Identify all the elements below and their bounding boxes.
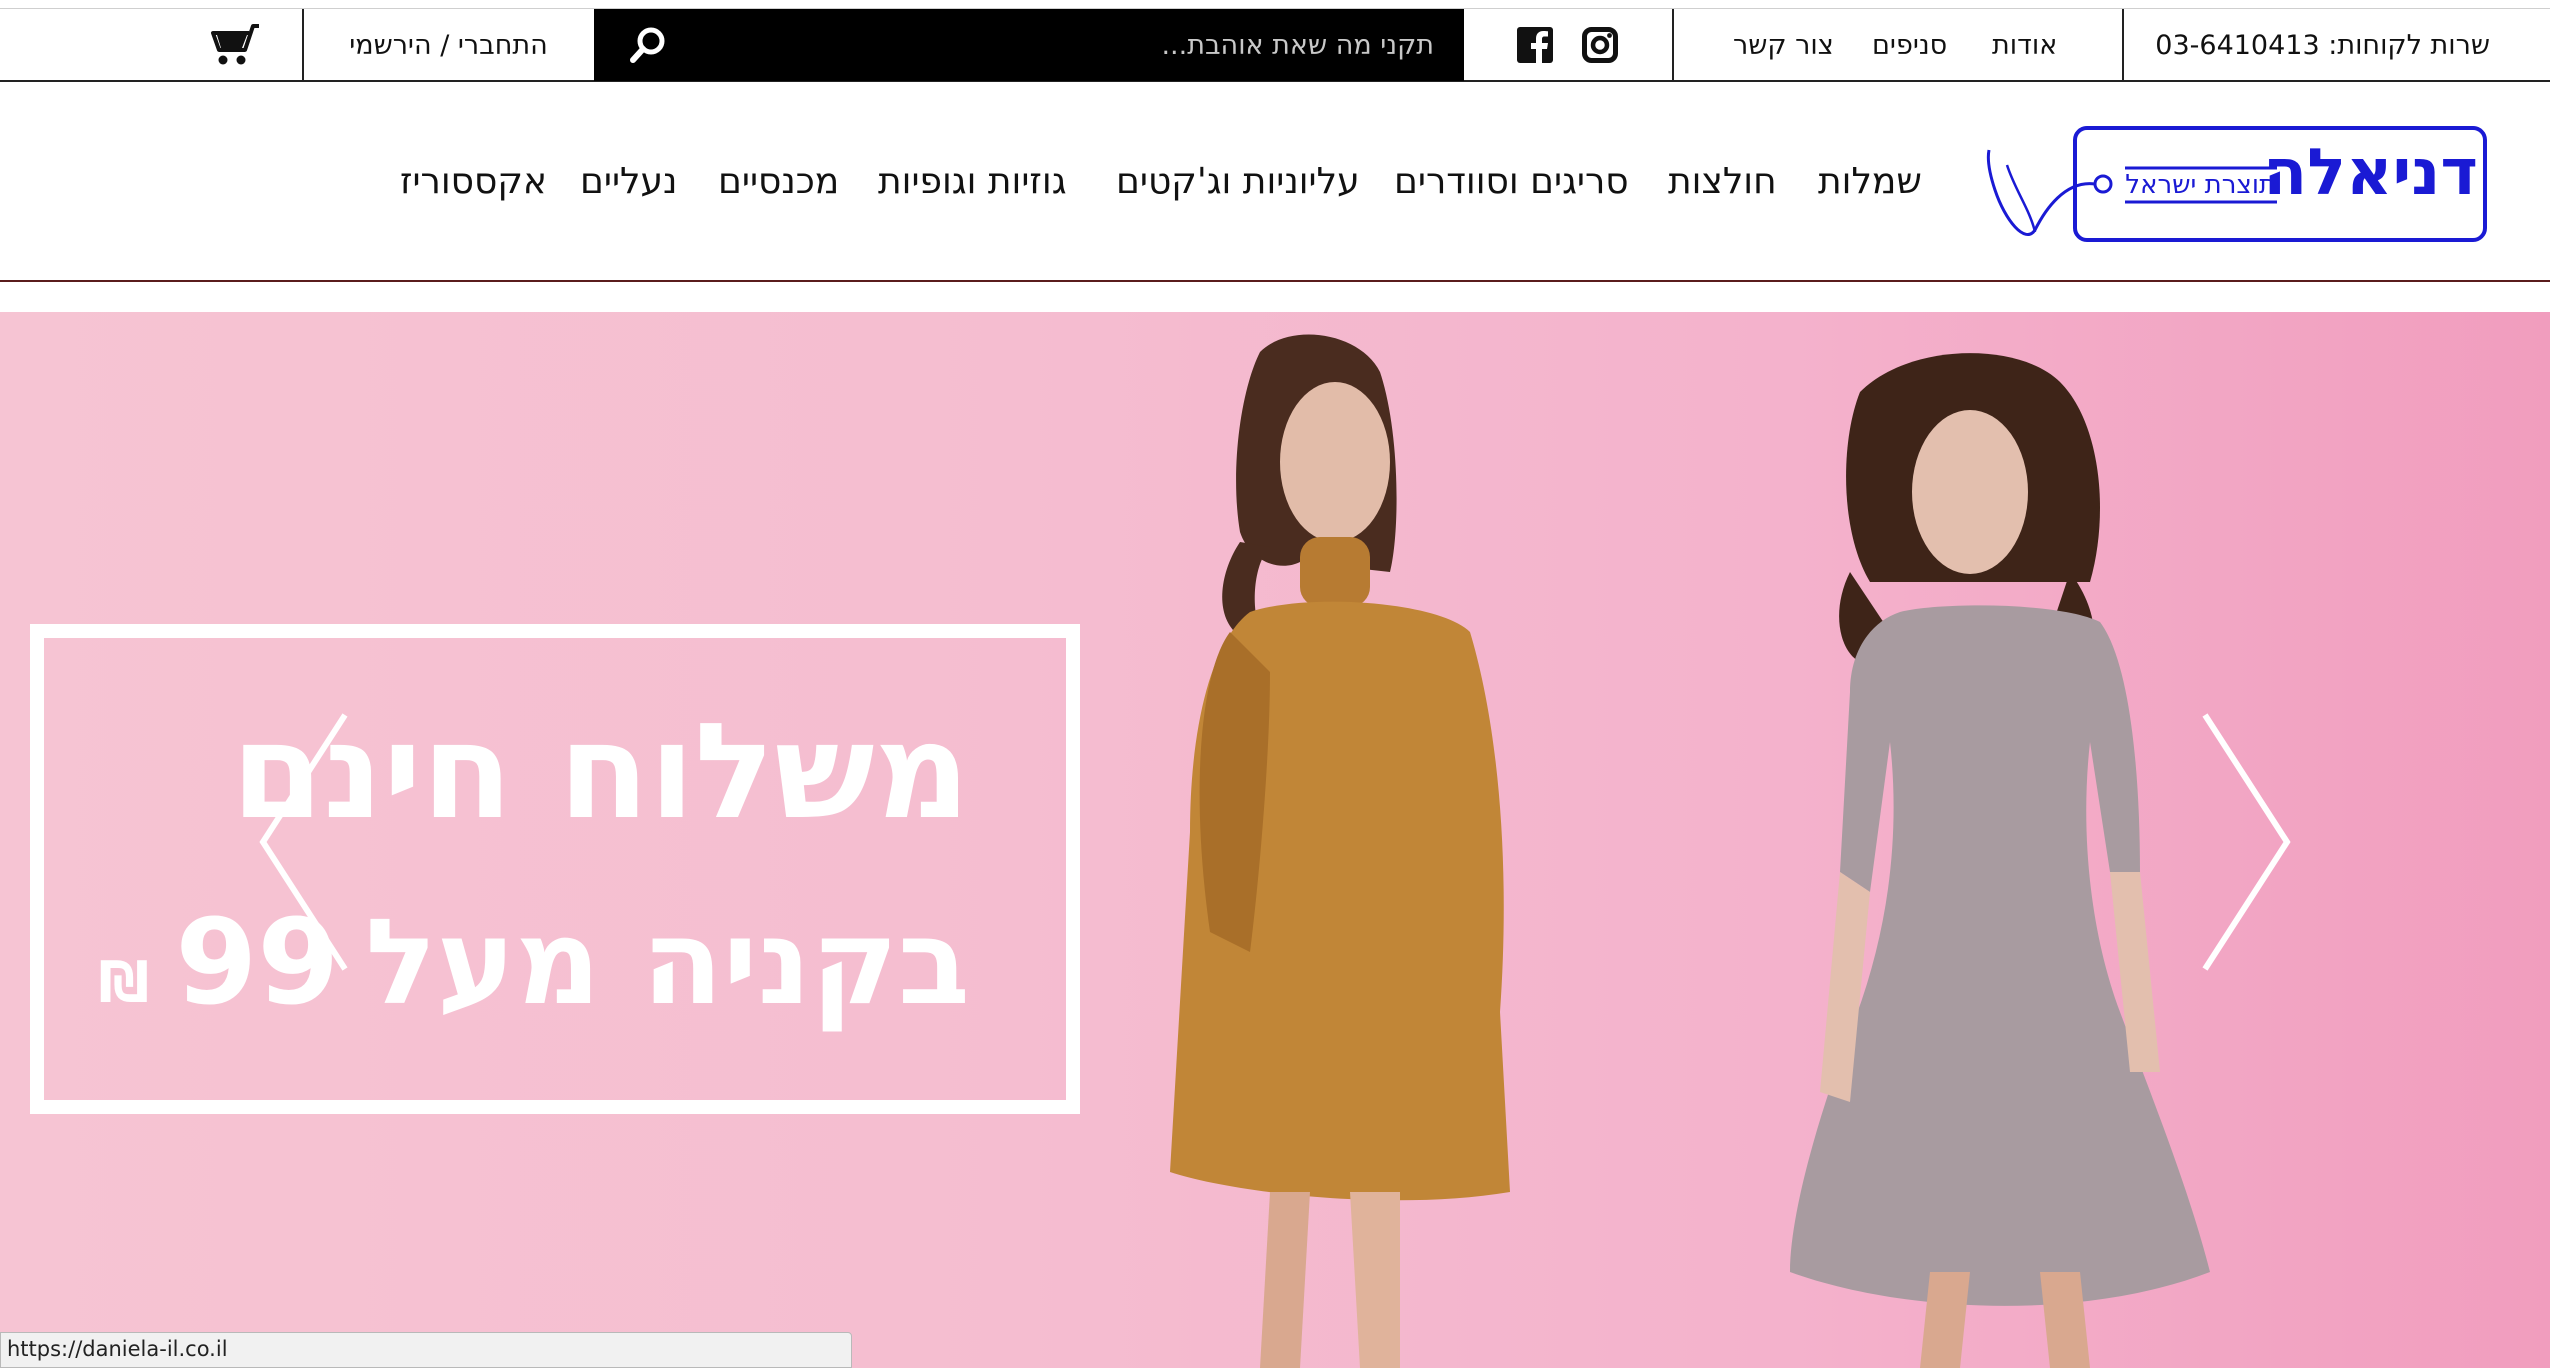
about-link[interactable]: אודות bbox=[1992, 30, 2057, 61]
nav-item-shoes[interactable]: נעליים bbox=[580, 152, 677, 212]
hero-banner[interactable]: משלוח חינם בקניה מעל 99 ₪ bbox=[0, 312, 2550, 1368]
divider bbox=[1672, 9, 1674, 81]
browser-status-url: https://daniela-il.co.il bbox=[0, 1332, 852, 1368]
nav-item-jackets[interactable]: עליוניות וג'קטים bbox=[1116, 152, 1360, 212]
model-grey-dress-image bbox=[1790, 353, 2210, 1368]
cart-button[interactable] bbox=[205, 9, 265, 81]
search-input[interactable] bbox=[714, 19, 1434, 71]
contact-link[interactable]: צור קשר bbox=[1733, 30, 1834, 61]
facebook-link[interactable] bbox=[1515, 9, 1555, 81]
currency-symbol: ₪ bbox=[98, 950, 150, 1015]
top-bar: התחברי / הירשמי צו bbox=[0, 8, 2550, 82]
nav-item-tanks[interactable]: גוזיות וגופיות bbox=[878, 152, 1067, 212]
search-bar bbox=[594, 9, 1464, 81]
page: התחברי / הירשמי צו bbox=[0, 0, 2558, 1368]
instagram-icon bbox=[1582, 27, 1618, 63]
customer-service-phone: שרות לקוחות: 03-6410413 bbox=[2155, 29, 2490, 61]
site-logo[interactable]: דניאלה תוצרת ישראל bbox=[1985, 120, 2490, 245]
site-header: דניאלה תוצרת ישראל שמלות חולצות סריגים ו… bbox=[0, 82, 2550, 282]
carousel-next-arrow[interactable] bbox=[2195, 707, 2295, 977]
nav-item-shirts[interactable]: חולצות bbox=[1668, 152, 1777, 212]
nav-item-pants[interactable]: מכנסיים bbox=[718, 152, 839, 212]
promo-subline-text: בקניה מעל bbox=[365, 893, 970, 1031]
logo-brand-text: דניאלה bbox=[2263, 136, 2478, 210]
nav-item-knitwear[interactable]: סריגים וסוודרים bbox=[1394, 152, 1629, 212]
branches-link[interactable]: סניפים bbox=[1872, 30, 1947, 61]
nav-item-dresses[interactable]: שמלות bbox=[1818, 152, 1922, 212]
divider bbox=[2122, 9, 2124, 81]
logo-tagline: תוצרת ישראל bbox=[2125, 170, 2276, 200]
instagram-link[interactable] bbox=[1580, 9, 1620, 81]
main-nav: שמלות חולצות סריגים וסוודרים עליוניות וג… bbox=[0, 152, 1960, 212]
cart-icon bbox=[211, 24, 259, 65]
search-icon[interactable] bbox=[628, 25, 668, 65]
model-mustard-dress-image bbox=[1170, 334, 1510, 1368]
login-register-link[interactable]: התחברי / הירשמי bbox=[349, 30, 548, 61]
carousel-prev-arrow[interactable] bbox=[255, 707, 355, 977]
nav-item-accessories[interactable]: אקססוריז bbox=[400, 152, 547, 212]
facebook-icon bbox=[1517, 27, 1553, 63]
